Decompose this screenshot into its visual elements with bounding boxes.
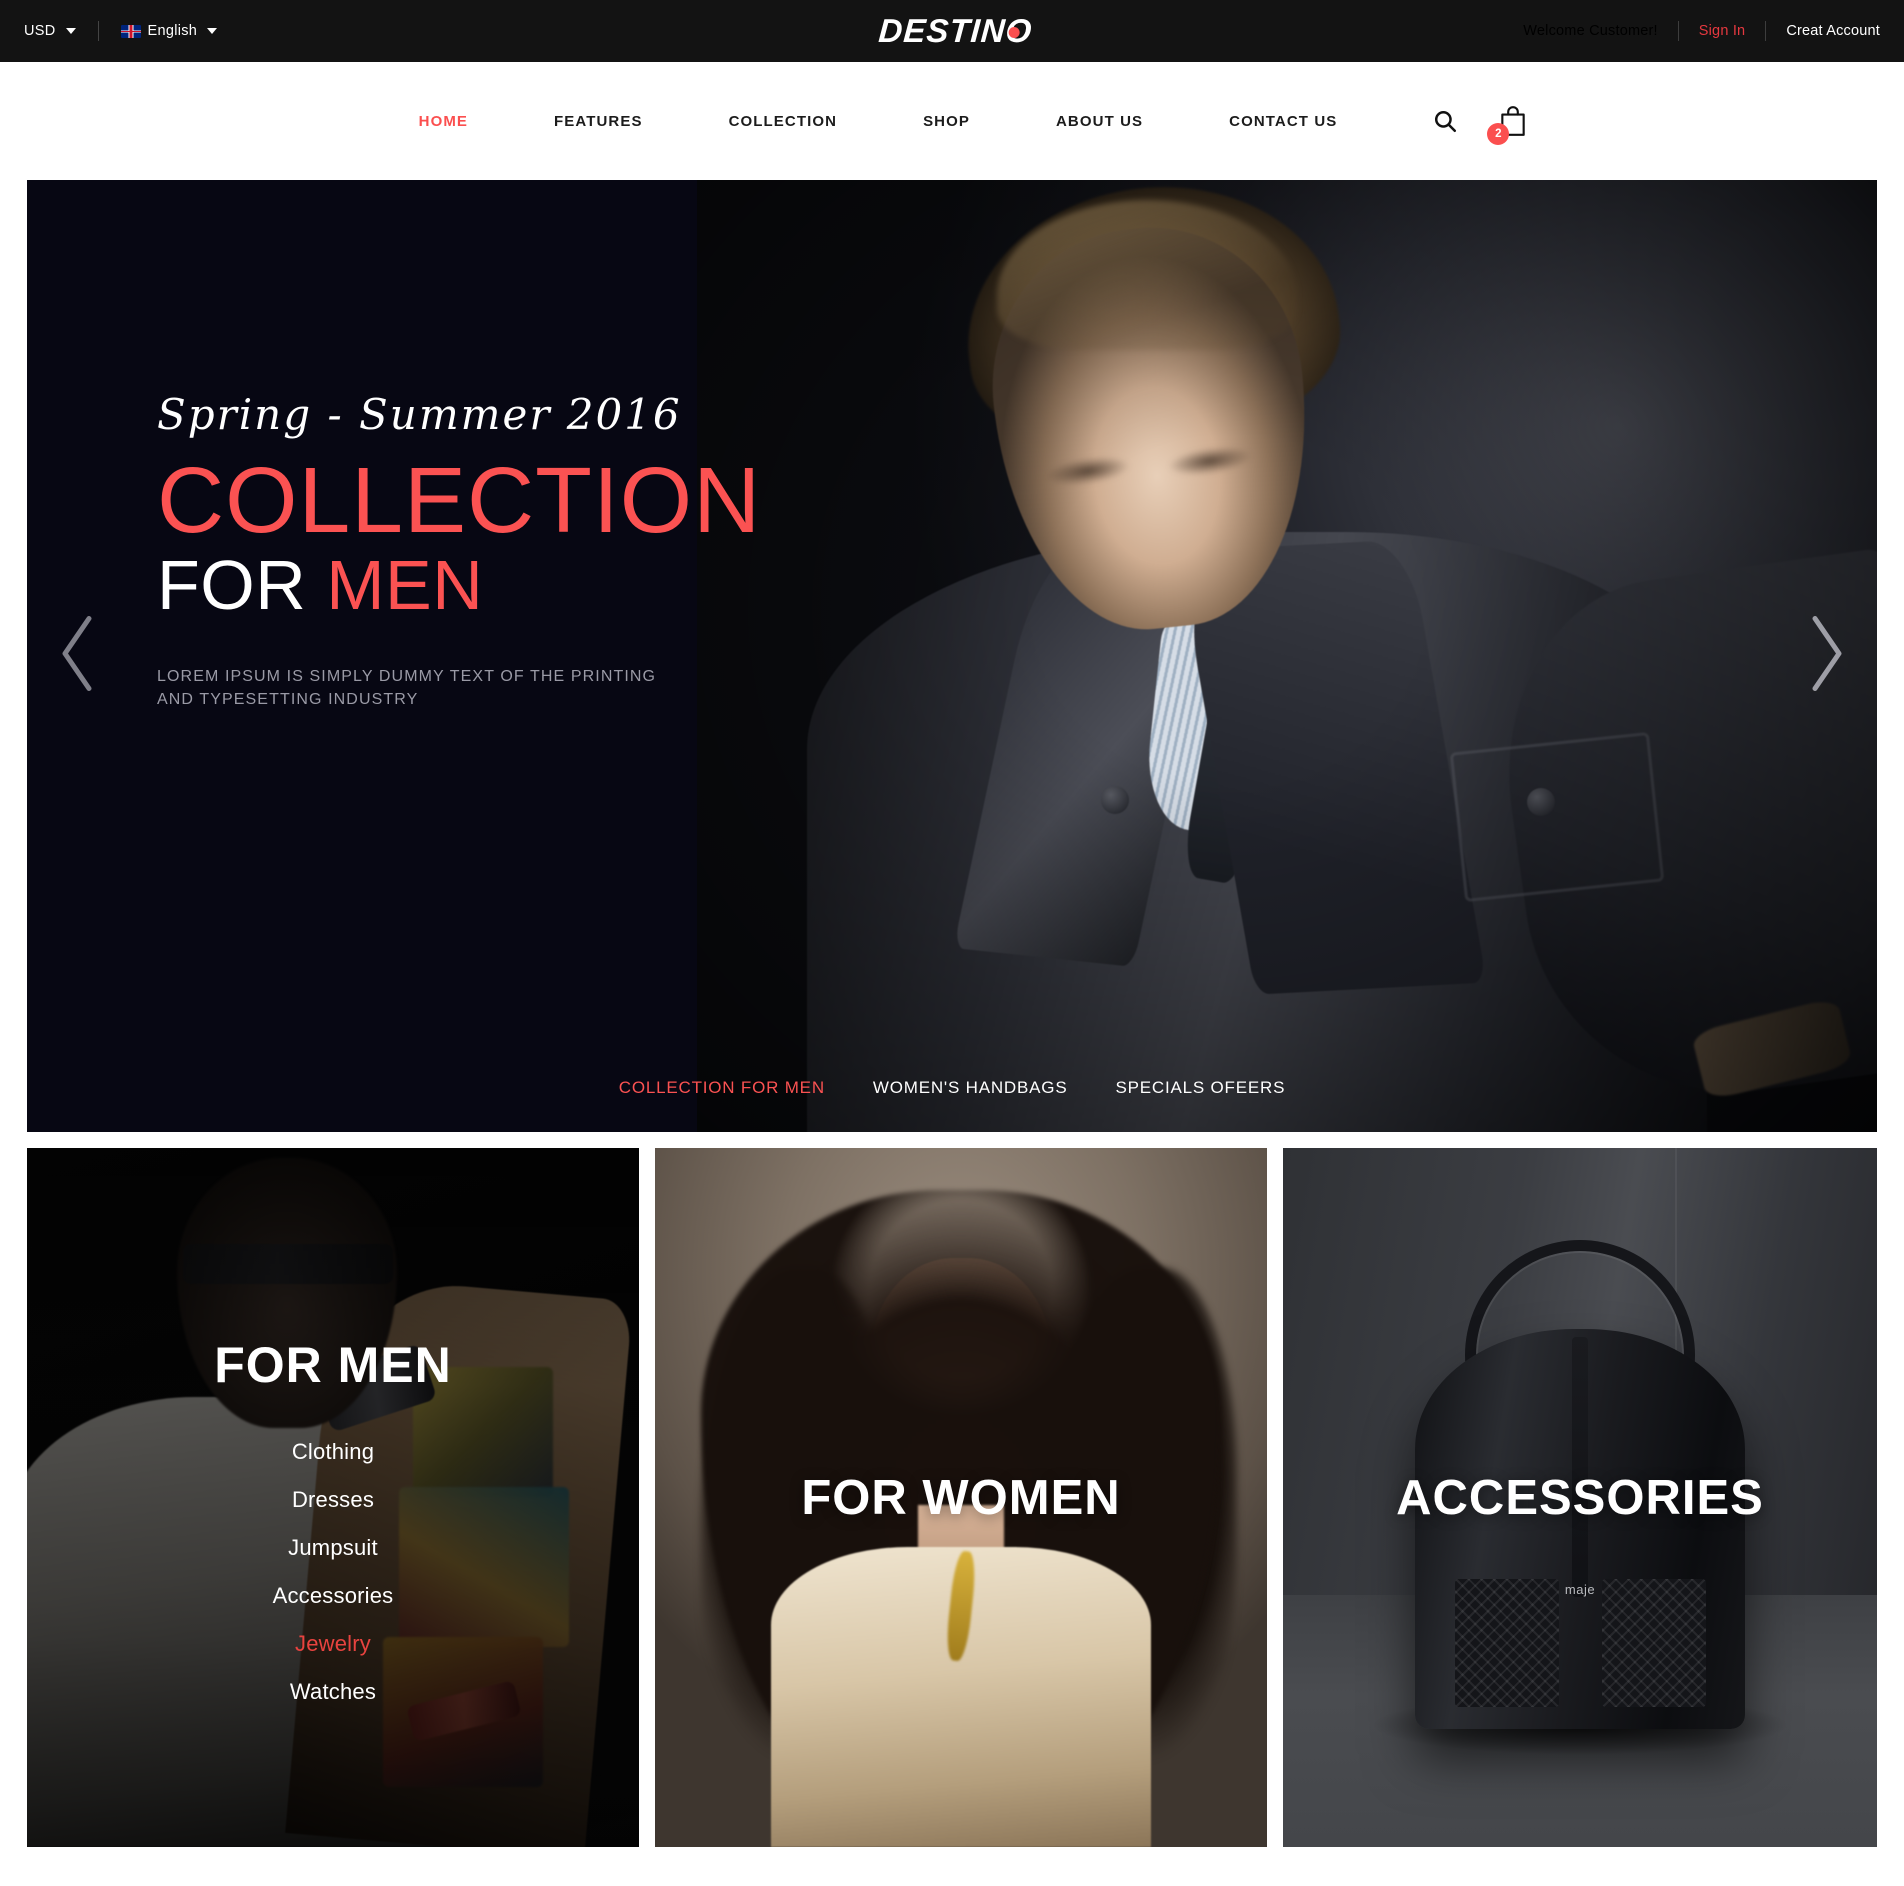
uk-flag-icon bbox=[120, 24, 141, 38]
cart-button[interactable]: 2 bbox=[1487, 105, 1528, 145]
hero-subheadline-men: MEN bbox=[326, 546, 484, 625]
hero-slider: Spring - Summer 2016 COLLECTION FOR MEN … bbox=[27, 180, 1877, 1132]
for-men-link-accessories[interactable]: Accessories bbox=[273, 1572, 394, 1620]
category-card-accessories[interactable]: maje ACCESSORIES bbox=[1283, 1148, 1877, 1847]
sign-in-link[interactable]: Sign In bbox=[1699, 23, 1746, 39]
for-men-link-dresses[interactable]: Dresses bbox=[273, 1476, 394, 1524]
divider bbox=[97, 21, 99, 41]
for-men-card-content: FOR MEN Clothing Dresses Jumpsuit Access… bbox=[27, 1148, 639, 1847]
currency-label: USD bbox=[24, 23, 56, 39]
hero-subheadline: FOR MEN bbox=[157, 546, 761, 624]
nav-item-about-us[interactable]: ABOUT US bbox=[1013, 113, 1186, 130]
top-utility-bar: USD English DESTINO Welcome Customer! Si… bbox=[0, 0, 1904, 62]
nav-item-features[interactable]: FEATURES bbox=[511, 113, 686, 130]
logo-dot-icon bbox=[1008, 26, 1020, 38]
divider bbox=[1765, 21, 1767, 41]
nav-tools: 2 bbox=[1432, 105, 1528, 145]
topbar-right-group: Welcome Customer! Sign In Creat Account bbox=[1523, 21, 1904, 41]
hero-copy: Spring - Summer 2016 COLLECTION FOR MEN … bbox=[157, 390, 761, 711]
hero-photo-man-in-coat bbox=[697, 180, 1877, 1132]
nav-item-contact-us[interactable]: CONTACT US bbox=[1186, 113, 1380, 130]
hero-description: LOREM IPSUM IS SIMPLY DUMMY TEXT OF THE … bbox=[157, 665, 761, 711]
for-men-title: FOR MEN bbox=[214, 1337, 452, 1393]
nav-links: HOME FEATURES COLLECTION SHOP ABOUT US C… bbox=[376, 113, 1381, 130]
chevron-down-icon bbox=[65, 28, 76, 34]
hero-description-line-1: LOREM IPSUM IS SIMPLY DUMMY TEXT OF THE … bbox=[157, 667, 657, 685]
site-logo[interactable]: DESTINO bbox=[877, 12, 1033, 50]
for-men-link-jewelry[interactable]: Jewelry bbox=[273, 1620, 394, 1668]
nav-item-home[interactable]: HOME bbox=[376, 113, 511, 130]
currency-selector[interactable]: USD bbox=[24, 23, 76, 39]
hero-headline: COLLECTION bbox=[157, 448, 762, 552]
nav-item-shop[interactable]: SHOP bbox=[880, 113, 1013, 130]
topbar-left-group: USD English bbox=[0, 21, 218, 41]
category-cards: FOR MEN Clothing Dresses Jumpsuit Access… bbox=[27, 1148, 1877, 1847]
for-men-links: Clothing Dresses Jumpsuit Accessories Je… bbox=[273, 1428, 394, 1716]
category-card-for-women[interactable]: FOR WOMEN bbox=[655, 1148, 1267, 1847]
for-men-link-watches[interactable]: Watches bbox=[273, 1668, 394, 1716]
cart-count-badge: 2 bbox=[1487, 123, 1510, 145]
for-men-link-jumpsuit[interactable]: Jumpsuit bbox=[273, 1524, 394, 1572]
hero-tab-womens-handbags[interactable]: WOMEN'S HANDBAGS bbox=[849, 1078, 1092, 1098]
search-icon[interactable] bbox=[1432, 108, 1458, 134]
chevron-left-icon[interactable] bbox=[55, 611, 101, 702]
welcome-message: Welcome Customer! bbox=[1523, 23, 1658, 39]
language-selector[interactable]: English bbox=[120, 23, 218, 39]
nav-item-collection[interactable]: COLLECTION bbox=[686, 113, 881, 130]
accessories-title: ACCESSORIES bbox=[1396, 1470, 1764, 1525]
hero-season-label: Spring - Summer 2016 bbox=[157, 390, 682, 439]
language-label: English bbox=[147, 23, 198, 39]
category-card-for-men[interactable]: FOR MEN Clothing Dresses Jumpsuit Access… bbox=[27, 1148, 639, 1847]
create-account-link[interactable]: Creat Account bbox=[1786, 23, 1880, 39]
hero-tab-collection-for-men[interactable]: COLLECTION FOR MEN bbox=[595, 1078, 849, 1098]
for-men-link-clothing[interactable]: Clothing bbox=[273, 1428, 394, 1476]
main-navigation: HOME FEATURES COLLECTION SHOP ABOUT US C… bbox=[0, 62, 1904, 180]
for-women-card-content: FOR WOMEN bbox=[655, 1148, 1267, 1847]
hero-subheadline-for: FOR bbox=[157, 546, 307, 625]
chevron-right-icon[interactable] bbox=[1803, 611, 1849, 702]
accessories-card-content: ACCESSORIES bbox=[1283, 1148, 1877, 1847]
hero-description-line-2: AND TYPESETTING INDUSTRY bbox=[157, 690, 419, 708]
hero-slide-tabs: COLLECTION FOR MEN WOMEN'S HANDBAGS SPEC… bbox=[27, 1078, 1877, 1098]
for-women-title: FOR WOMEN bbox=[801, 1470, 1121, 1525]
chevron-down-icon bbox=[207, 28, 218, 34]
hero-tab-specials-offers[interactable]: SPECIALS OFEERS bbox=[1091, 1078, 1309, 1098]
divider bbox=[1677, 21, 1679, 41]
